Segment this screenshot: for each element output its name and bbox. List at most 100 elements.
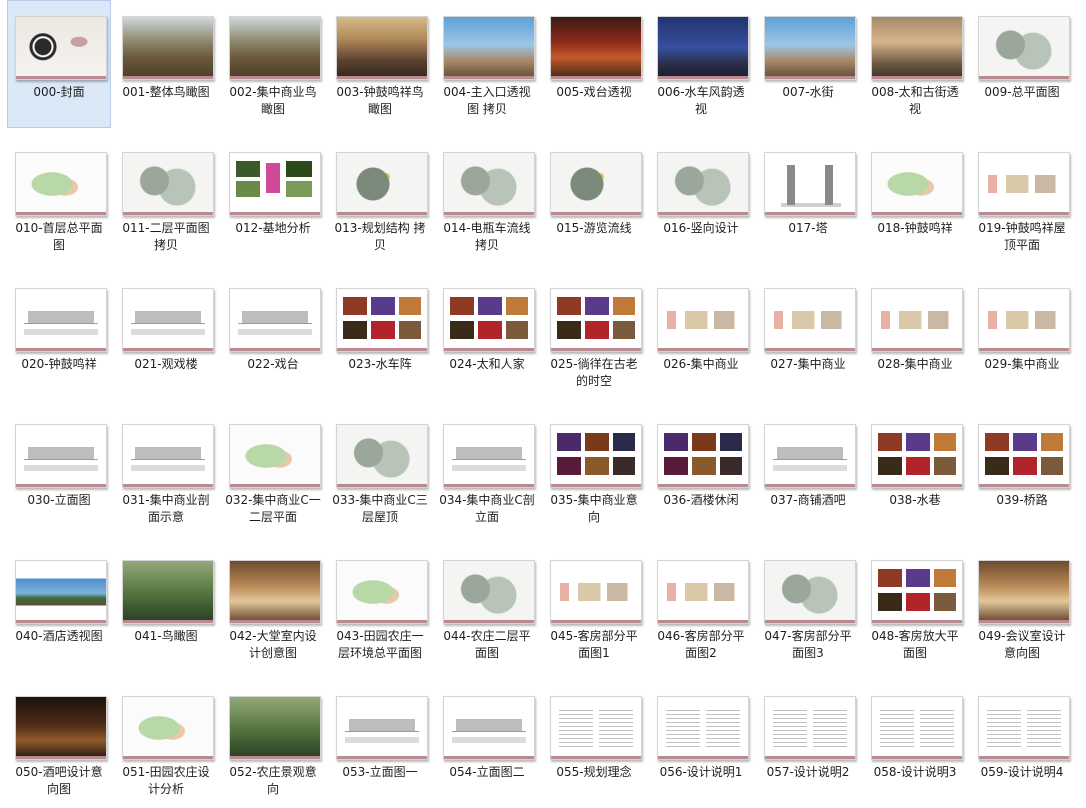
file-thumbnail-image	[122, 560, 214, 624]
file-thumbnail-image	[871, 696, 963, 760]
file-thumbnail-image	[978, 152, 1070, 216]
file-item[interactable]: 004-主入口透视图 拷贝	[435, 0, 539, 128]
file-item[interactable]: 038-水巷	[863, 408, 967, 536]
file-item[interactable]: 031-集中商业剖面示意	[114, 408, 218, 536]
file-item[interactable]: 039-桥路	[970, 408, 1074, 536]
file-item[interactable]: 019-钟鼓鸣祥屋顶平面	[970, 136, 1074, 264]
file-thumbnail-image	[15, 560, 107, 624]
file-name-label: 021-观戏楼	[134, 357, 198, 371]
file-thumbnail-image	[229, 560, 321, 624]
file-item[interactable]: 003-钟鼓鸣祥鸟瞰图	[328, 0, 432, 128]
file-item[interactable]: 036-酒楼休闲	[649, 408, 753, 536]
file-item[interactable]: 020-钟鼓鸣祥	[7, 272, 111, 400]
file-item[interactable]: 010-首层总平面图	[7, 136, 111, 264]
file-item[interactable]: 040-酒店透视图	[7, 544, 111, 672]
file-name-label: 019-钟鼓鸣祥屋顶平面	[978, 221, 1066, 252]
file-name-label: 014-电瓶车流线 拷贝	[443, 221, 531, 252]
file-item[interactable]: 021-观戏楼	[114, 272, 218, 400]
file-item[interactable]: 002-集中商业鸟瞰图	[221, 0, 325, 128]
file-item[interactable]: 028-集中商业	[863, 272, 967, 400]
file-item[interactable]: 052-农庄景观意向	[221, 680, 325, 808]
file-thumbnail-grid: 000-封面 001-整体鸟瞰图 002-集中商业鸟瞰图 003-钟鼓鸣祥鸟瞰图 004…	[0, 0, 1086, 796]
file-item[interactable]: 015-游览流线	[542, 136, 646, 264]
file-item[interactable]: 024-太和人家	[435, 272, 539, 400]
file-item[interactable]: 017-塔	[756, 136, 860, 264]
file-item[interactable]: 025-徜徉在古老的时空	[542, 272, 646, 400]
file-item[interactable]: 046-客房部分平面图2	[649, 544, 753, 672]
file-name-label: 051-田园农庄设计分析	[122, 765, 210, 796]
file-name-label: 034-集中商业C剖立面	[439, 493, 535, 524]
file-item[interactable]: 048-客房放大平面图	[863, 544, 967, 672]
file-name-label: 054-立面图二	[449, 765, 525, 779]
file-item[interactable]: 029-集中商业	[970, 272, 1074, 400]
file-thumbnail-image	[443, 16, 535, 80]
file-name-label: 026-集中商业	[663, 357, 739, 371]
file-name-label: 012-基地分析	[235, 221, 311, 235]
file-item[interactable]: 013-规划结构 拷贝	[328, 136, 432, 264]
file-thumbnail-image	[15, 288, 107, 352]
file-item[interactable]: 044-农庄二层平面图	[435, 544, 539, 672]
file-item[interactable]: 058-设计说明3	[863, 680, 967, 808]
file-thumbnail-image	[122, 288, 214, 352]
file-item[interactable]: 034-集中商业C剖立面	[435, 408, 539, 536]
file-thumbnail-image	[15, 16, 107, 80]
file-name-label: 007-水街	[782, 85, 834, 99]
file-thumbnail-image	[336, 424, 428, 488]
file-item[interactable]: 012-基地分析	[221, 136, 325, 264]
file-item[interactable]: 053-立面图一	[328, 680, 432, 808]
file-thumbnail-image	[764, 424, 856, 488]
file-item[interactable]: 055-规划理念	[542, 680, 646, 808]
file-item[interactable]: 045-客房部分平面图1	[542, 544, 646, 672]
file-thumbnail-image	[443, 560, 535, 624]
file-item[interactable]: 000-封面	[7, 0, 111, 128]
file-thumbnail-image	[336, 152, 428, 216]
file-item[interactable]: 059-设计说明4	[970, 680, 1074, 808]
file-item[interactable]: 032-集中商业C一二层平面	[221, 408, 325, 536]
file-name-label: 013-规划结构 拷贝	[334, 221, 426, 252]
file-item[interactable]: 041-鸟瞰图	[114, 544, 218, 672]
file-item[interactable]: 047-客房部分平面图3	[756, 544, 860, 672]
file-thumbnail-image	[550, 696, 642, 760]
file-item[interactable]: 011-二层平面图 拷贝	[114, 136, 218, 264]
file-item[interactable]: 005-戏台透视	[542, 0, 646, 128]
file-item[interactable]: 026-集中商业	[649, 272, 753, 400]
file-item[interactable]: 054-立面图二	[435, 680, 539, 808]
file-item[interactable]: 016-竖向设计	[649, 136, 753, 264]
file-name-label: 025-徜徉在古老的时空	[550, 357, 638, 388]
file-name-label: 024-太和人家	[449, 357, 525, 371]
file-thumbnail-image	[229, 16, 321, 80]
file-name-label: 002-集中商业鸟瞰图	[229, 85, 317, 116]
file-item[interactable]: 030-立面图	[7, 408, 111, 536]
file-item[interactable]: 050-酒吧设计意向图	[7, 680, 111, 808]
file-item[interactable]: 035-集中商业意向	[542, 408, 646, 536]
file-thumbnail-image	[764, 152, 856, 216]
file-name-label: 011-二层平面图 拷贝	[122, 221, 210, 252]
file-item[interactable]: 049-会议室设计意向图	[970, 544, 1074, 672]
file-name-label: 039-桥路	[996, 493, 1048, 507]
file-item[interactable]: 057-设计说明2	[756, 680, 860, 808]
file-item[interactable]: 023-水车阵	[328, 272, 432, 400]
file-name-label: 016-竖向设计	[663, 221, 739, 235]
file-item[interactable]: 014-电瓶车流线 拷贝	[435, 136, 539, 264]
file-name-label: 059-设计说明4	[980, 765, 1064, 779]
file-item[interactable]: 033-集中商业C三层屋顶	[328, 408, 432, 536]
file-thumbnail-image	[550, 288, 642, 352]
file-item[interactable]: 007-水街	[756, 0, 860, 128]
file-thumbnail-image	[336, 696, 428, 760]
file-item[interactable]: 042-大堂室内设计创意图	[221, 544, 325, 672]
file-item[interactable]: 027-集中商业	[756, 272, 860, 400]
file-name-label: 036-酒楼休闲	[663, 493, 739, 507]
file-item[interactable]: 001-整体鸟瞰图	[114, 0, 218, 128]
file-item[interactable]: 037-商铺酒吧	[756, 408, 860, 536]
file-item[interactable]: 008-太和古街透视	[863, 0, 967, 128]
file-thumbnail-image	[764, 288, 856, 352]
file-item[interactable]: 009-总平面图	[970, 0, 1074, 128]
file-thumbnail-image	[871, 424, 963, 488]
file-item[interactable]: 018-钟鼓鸣祥	[863, 136, 967, 264]
file-item[interactable]: 056-设计说明1	[649, 680, 753, 808]
file-item[interactable]: 022-戏台	[221, 272, 325, 400]
file-name-label: 041-鸟瞰图	[134, 629, 198, 643]
file-item[interactable]: 006-水车风韵透视	[649, 0, 753, 128]
file-item[interactable]: 043-田园农庄一层环境总平面图	[328, 544, 432, 672]
file-item[interactable]: 051-田园农庄设计分析	[114, 680, 218, 808]
